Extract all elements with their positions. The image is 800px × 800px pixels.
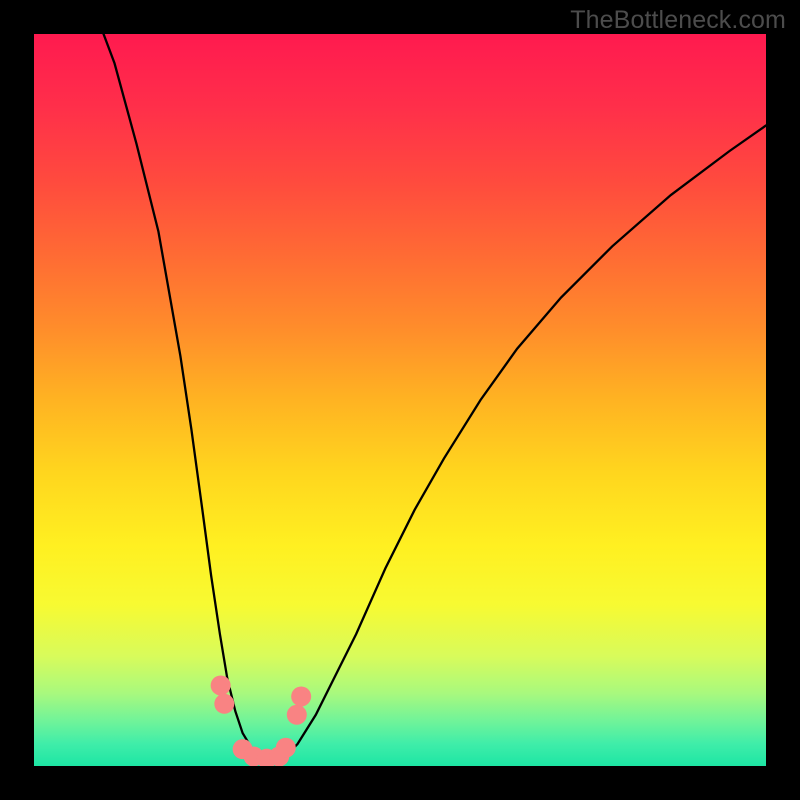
marker-dot (287, 705, 307, 725)
gradient-background (34, 34, 766, 766)
chart-frame: TheBottleneck.com (0, 0, 800, 800)
marker-dot (211, 675, 231, 695)
marker-dot (291, 686, 311, 706)
chart-svg (34, 34, 766, 766)
marker-dot (276, 738, 296, 758)
watermark-text: TheBottleneck.com (570, 6, 786, 35)
plot-area (34, 34, 766, 766)
marker-dot (214, 694, 234, 714)
